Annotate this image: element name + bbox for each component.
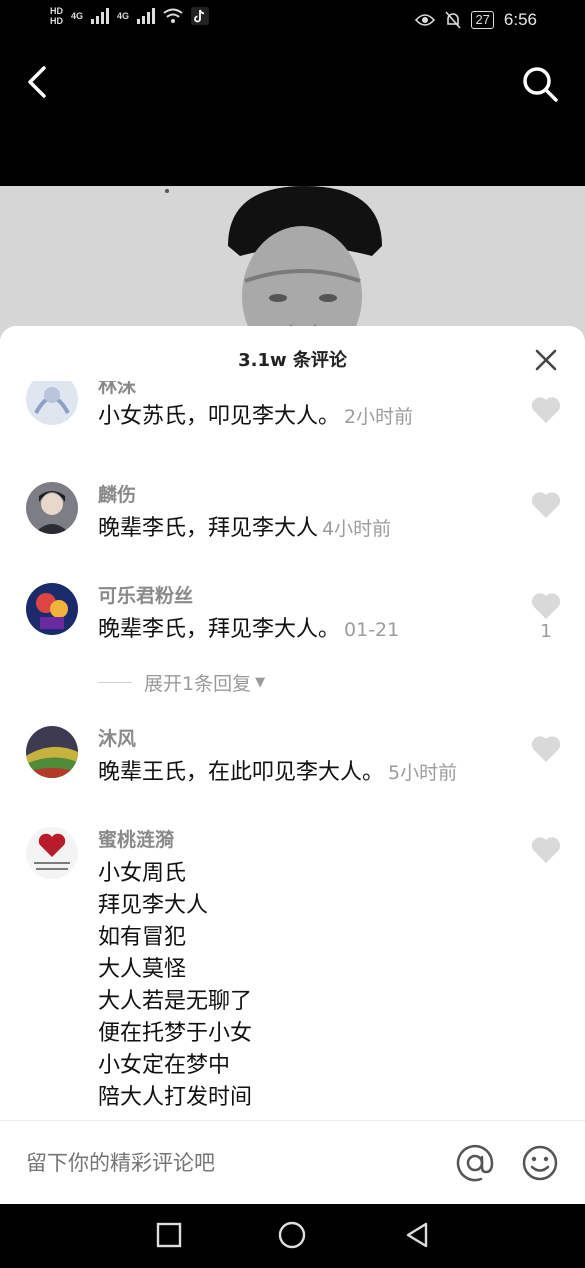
avatar[interactable] [26, 583, 78, 635]
comment-time: 2小时前 [344, 406, 414, 428]
avatar[interactable] [26, 482, 78, 534]
hd-indicator-1: HD [50, 6, 63, 16]
recent-apps-button[interactable] [154, 1220, 184, 1250]
heart-icon [531, 492, 561, 518]
search-icon [523, 67, 558, 102]
comment-item: 可乐君粉丝 晚辈李氏，拜见李大人。 01-21 1 展开1条回复 ▼ [0, 577, 585, 707]
hd-indicator-2: HD [50, 16, 63, 26]
mute-bell-icon [445, 11, 462, 29]
comment-author[interactable]: 麟伤 [98, 480, 136, 507]
back-button[interactable] [20, 60, 60, 104]
top-nav [0, 46, 585, 186]
comment-line: 小女苏氏，叩见李大人。 [98, 404, 341, 429]
avatar[interactable] [26, 381, 78, 425]
like-button[interactable] [530, 835, 562, 865]
home-button[interactable] [277, 1220, 307, 1250]
like-button[interactable] [530, 490, 562, 520]
comment-author[interactable]: 蜜桃涟漪 [98, 825, 174, 852]
mention-button[interactable] [455, 1143, 495, 1183]
emoji-button[interactable] [520, 1143, 560, 1183]
avatar[interactable] [26, 726, 78, 778]
comment-line: 便在托梦于小女 [98, 1021, 253, 1046]
comment-line: 晚辈李氏，拜见李大人。 [98, 617, 341, 642]
chevron-left-icon [28, 66, 46, 98]
comment-line: 小女定在梦中 [98, 1053, 231, 1078]
smiley-icon [522, 1145, 558, 1181]
status-right: 27 6:56 [415, 10, 537, 30]
eye-icon [415, 14, 436, 26]
heart-icon [531, 593, 561, 619]
at-icon [456, 1144, 494, 1182]
comment-text: 小女周氏 拜见李大人 如有冒犯 大人莫怪 大人若是无聊了 便在托梦于小女 小女定… [98, 858, 252, 1114]
video-frame-image [0, 186, 585, 346]
comment-text: 晚辈李氏，拜见李大人。 01-21 [98, 614, 399, 646]
comment-item: 沐风 晚辈王氏，在此叩见李大人。 5小时前 [0, 720, 585, 820]
comment-line: 晚辈李氏，拜见李大人 [98, 516, 319, 541]
comment-text: 小女苏氏，叩见李大人。 2小时前 [98, 401, 413, 433]
avatar[interactable] [26, 827, 78, 879]
comment-line: 大人莫怪 [98, 957, 187, 982]
expand-replies-button[interactable]: 展开1条回复 ▼ [98, 669, 265, 696]
close-button[interactable] [530, 344, 562, 376]
comment-time: 4小时前 [322, 518, 392, 540]
close-icon [535, 349, 557, 371]
avatar-image [26, 482, 78, 534]
sim2-label: 4G [117, 11, 130, 21]
avatar-image [26, 726, 78, 778]
tiktok-icon [191, 7, 210, 25]
comment-line: 小女周氏 [98, 861, 187, 886]
comment-line: 陪大人打发时间 [98, 1085, 253, 1110]
comment-line: 大人若是无聊了 [98, 989, 253, 1014]
like-button[interactable] [530, 395, 562, 425]
comment-list[interactable]: 林沫 小女苏氏，叩见李大人。 2小时前 麟伤 晚辈李氏，拜见李大人 4小时前 可… [0, 381, 585, 1121]
comment-input-bar [0, 1120, 585, 1204]
status-bar: HD HD 4G 4G 27 6:56 [0, 0, 585, 46]
comment-time: 01-21 [344, 619, 400, 641]
signal-icon [91, 8, 110, 24]
comment-text: 晚辈李氏，拜见李大人 4小时前 [98, 513, 391, 545]
heart-icon [531, 736, 561, 762]
comment-author[interactable]: 林沫 [98, 381, 136, 398]
comment-author[interactable]: 可乐君粉丝 [98, 581, 193, 608]
caret-down-icon: ▼ [255, 675, 266, 690]
wifi-icon [163, 8, 183, 23]
comment-author[interactable]: 沐风 [98, 724, 136, 751]
status-time: 6:56 [503, 10, 537, 29]
comment-input[interactable] [26, 1145, 426, 1181]
back-nav-button[interactable] [402, 1220, 432, 1250]
avatar-image [26, 381, 78, 425]
like-button[interactable] [530, 734, 562, 764]
comment-time: 5小时前 [388, 762, 458, 784]
status-left: HD HD 4G 4G [50, 6, 210, 26]
comment-count-title: 3.1w 条评论 [238, 350, 347, 371]
battery-indicator: 27 [471, 11, 494, 29]
divider [98, 682, 132, 683]
avatar-image [26, 583, 78, 635]
comment-line: 拜见李大人 [98, 893, 209, 918]
heart-icon [531, 837, 561, 863]
system-nav-bar [0, 1204, 585, 1268]
comment-line: 如有冒犯 [98, 925, 187, 950]
heart-icon [531, 397, 561, 423]
hd-indicators: HD HD [50, 6, 63, 26]
triangle-icon [406, 1222, 428, 1248]
comments-sheet: 3.1w 条评论 林沫 小女苏氏，叩见李大人。 2小时前 麟伤 晚辈李氏，拜见李… [0, 326, 585, 1204]
video-preview[interactable] [0, 186, 585, 346]
comment-item: 蜜桃涟漪 小女周氏 拜见李大人 如有冒犯 大人莫怪 大人若是无聊了 便在托梦于小… [0, 821, 585, 1121]
avatar-image [26, 827, 78, 879]
signal-icon [137, 8, 156, 24]
circle-icon [278, 1221, 306, 1249]
comment-item: 麟伤 晚辈李氏，拜见李大人 4小时前 [0, 476, 585, 576]
like-button[interactable] [530, 591, 562, 621]
comment-text: 晚辈王氏，在此叩见李大人。 5小时前 [98, 757, 457, 789]
sim1-label: 4G [71, 11, 84, 21]
comment-line: 晚辈王氏，在此叩见李大人。 [98, 760, 385, 785]
comment-item: 林沫 小女苏氏，叩见李大人。 2小时前 [0, 381, 585, 463]
like-count: 1 [540, 621, 552, 642]
square-icon [156, 1222, 182, 1248]
search-button[interactable] [518, 62, 564, 108]
expand-replies-label: 展开1条回复 [144, 673, 252, 695]
